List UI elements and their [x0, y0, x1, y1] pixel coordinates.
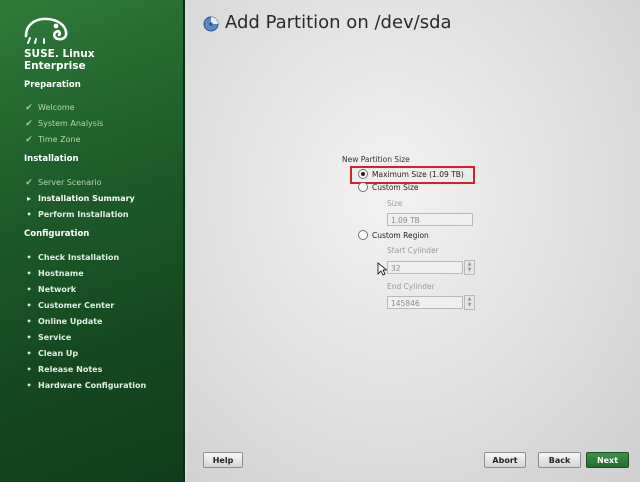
sidebar-item-label: Service — [38, 333, 72, 342]
sidebar-item-hostname: • Hostname — [24, 268, 84, 280]
brand-line-1: SUSE. Linux — [24, 48, 95, 60]
sidebar-item-welcome: ✔ Welcome — [24, 102, 75, 114]
sidebar-item-label: Release Notes — [38, 365, 103, 374]
maximum-size-radio[interactable]: Maximum Size (1.09 TB) — [358, 169, 464, 181]
custom-size-label: Custom Size — [372, 183, 419, 192]
radio-unselected-icon — [358, 182, 368, 192]
end-cylinder-spinner[interactable]: ▲ ▼ — [464, 295, 475, 310]
divider — [183, 230, 185, 232]
sidebar-item-label: Time Zone — [38, 135, 81, 144]
page-title: Add Partition on /dev/sda — [225, 12, 452, 33]
suse-chameleon-logo-icon — [24, 17, 68, 44]
sidebar-item-hardware-configuration: • Hardware Configuration — [24, 380, 146, 392]
sidebar-item-server-scenario: ✔ Server Scenario — [24, 177, 102, 189]
checkmark-icon: ✔ — [25, 103, 33, 113]
sidebar-item-online-update: • Online Update — [24, 316, 102, 328]
next-button[interactable]: Next — [586, 452, 629, 468]
abort-button[interactable]: Abort — [484, 452, 526, 468]
main-panel: Add Partition on /dev/sda New Partition … — [187, 0, 640, 482]
sidebar-item-network: • Network — [24, 284, 76, 296]
bullet-icon: • — [26, 349, 32, 358]
sidebar-item-installation-summary: ▸ Installation Summary — [24, 193, 135, 205]
bullet-icon: • — [26, 301, 32, 310]
spin-down-icon[interactable]: ▼ — [465, 267, 474, 273]
section-title-installation: Installation — [24, 154, 79, 164]
current-step-arrow-icon: ▸ — [26, 194, 31, 203]
brand-name: SUSE. Linux Enterprise — [24, 48, 94, 72]
sidebar-item-label: System Analysis — [38, 119, 104, 128]
maximum-size-label: Maximum Size (1.09 TB) — [372, 170, 464, 179]
divider — [183, 300, 185, 302]
help-button[interactable]: Help — [203, 452, 243, 468]
sidebar-item-label: Customer Center — [38, 301, 115, 310]
start-cylinder-label: Start Cylinder — [387, 246, 439, 255]
sidebar-item-release-notes: • Release Notes — [24, 364, 102, 376]
sidebar-item-label: Perform Installation — [38, 210, 129, 219]
custom-size-radio[interactable]: Custom Size — [358, 182, 419, 194]
sidebar-item-check-installation: • Check Installation — [24, 252, 119, 264]
bullet-icon: • — [26, 210, 32, 219]
bullet-icon: • — [26, 365, 32, 374]
custom-region-label: Custom Region — [372, 231, 429, 240]
section-title-preparation: Preparation — [24, 80, 81, 90]
checkmark-icon: ✔ — [25, 119, 33, 129]
sidebar-item-customer-center: • Customer Center — [24, 300, 114, 312]
radio-selected-icon — [358, 169, 368, 179]
partition-disk-icon — [203, 16, 219, 32]
sidebar-item-label: Clean Up — [38, 349, 79, 358]
bullet-icon: • — [26, 269, 32, 278]
sidebar-item-label: Welcome — [38, 103, 75, 112]
spin-down-icon[interactable]: ▼ — [465, 302, 474, 308]
end-cylinder-field[interactable]: 145846 — [387, 296, 463, 309]
checkmark-icon: ✔ — [25, 135, 33, 145]
divider — [183, 170, 185, 172]
sidebar-item-time-zone: ✔ Time Zone — [24, 134, 81, 146]
divider — [183, 260, 185, 262]
sidebar-item-label: Online Update — [38, 317, 103, 326]
start-cylinder-field[interactable]: 32 — [387, 261, 463, 274]
size-label: Size — [387, 199, 403, 208]
sidebar-item-label: Network — [38, 285, 77, 294]
brand-line-2: Enterprise — [24, 60, 86, 72]
end-cylinder-label: End Cylinder — [387, 282, 435, 291]
start-cylinder-spinner[interactable]: ▲ ▼ — [464, 260, 475, 275]
sidebar-item-clean-up: • Clean Up — [24, 348, 78, 360]
sidebar: SUSE. Linux Enterprise Preparation ✔ Welc… — [0, 0, 185, 482]
size-field[interactable]: 1.09 TB — [387, 213, 473, 226]
sidebar-item-system-analysis: ✔ System Analysis — [24, 118, 103, 130]
bullet-icon: • — [26, 317, 32, 326]
mouse-cursor-icon — [377, 262, 387, 276]
bullet-icon: • — [26, 285, 32, 294]
section-title-configuration: Configuration — [24, 229, 90, 239]
sidebar-item-label: Hardware Configuration — [38, 381, 147, 390]
back-button[interactable]: Back — [538, 452, 581, 468]
bullet-icon: • — [26, 333, 32, 342]
custom-region-radio[interactable]: Custom Region — [358, 230, 429, 242]
sidebar-item-service: • Service — [24, 332, 71, 344]
sidebar-item-label: Check Installation — [38, 253, 120, 262]
radio-unselected-icon — [358, 230, 368, 240]
sidebar-item-label: Installation Summary — [38, 194, 135, 203]
new-partition-size-label: New Partition Size — [342, 155, 410, 164]
divider — [183, 150, 185, 152]
sidebar-item-perform-installation: • Perform Installation — [24, 209, 129, 221]
sidebar-item-label: Hostname — [38, 269, 84, 278]
sidebar-item-label: Server Scenario — [38, 178, 102, 187]
bullet-icon: • — [26, 253, 32, 262]
bullet-icon: • — [26, 381, 32, 390]
checkmark-icon: ✔ — [25, 178, 33, 188]
